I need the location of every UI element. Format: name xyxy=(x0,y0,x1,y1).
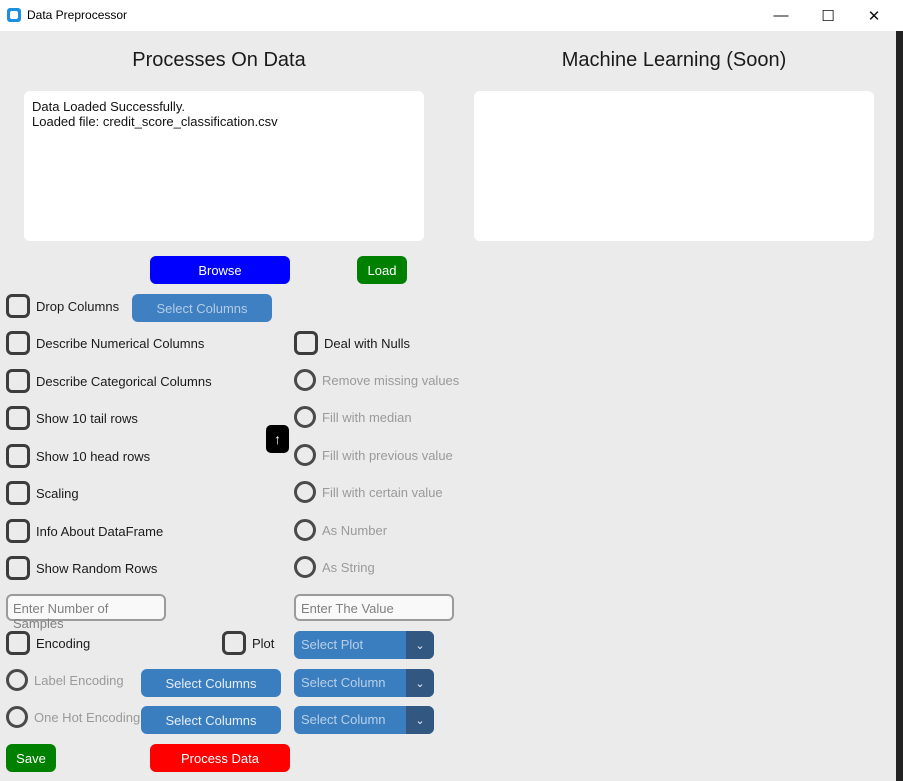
describe-categorical-label: Describe Categorical Columns xyxy=(36,374,212,389)
chevron-down-icon[interactable]: ⌄ xyxy=(406,631,434,659)
label-select-columns-button[interactable]: Select Columns xyxy=(141,669,281,697)
plot-label: Plot xyxy=(252,636,275,651)
close-button[interactable]: ✕ xyxy=(851,0,897,31)
log-line: Data Loaded Successfully. xyxy=(32,99,185,114)
describe-numerical-checkbox[interactable] xyxy=(6,331,30,355)
select-plot-value: Select Plot xyxy=(301,637,364,652)
info-label: Info About DataFrame xyxy=(36,524,164,539)
chevron-down-icon[interactable]: ⌄ xyxy=(406,706,434,734)
drop-columns-checkbox[interactable] xyxy=(6,294,30,318)
random-rows-checkbox[interactable] xyxy=(6,556,30,580)
head-rows-checkbox[interactable] xyxy=(6,444,30,468)
label-encoding-label: Label Encoding xyxy=(34,673,124,688)
select-column-dropdown-2[interactable]: Select Column ⌄ xyxy=(294,706,434,734)
scaling-label: Scaling xyxy=(36,486,79,501)
samples-input[interactable]: Enter Number of Samples xyxy=(6,594,166,631)
fill-certain-radio[interactable] xyxy=(294,481,316,503)
tail-rows-label: Show 10 tail rows xyxy=(36,411,138,426)
info-checkbox[interactable] xyxy=(6,519,30,543)
deal-nulls-label: Deal with Nulls xyxy=(324,336,410,351)
window-edge xyxy=(896,31,903,781)
fill-previous-radio[interactable] xyxy=(294,444,316,466)
one-hot-radio[interactable] xyxy=(6,706,28,728)
select-column-dropdown-1[interactable]: Select Column ⌄ xyxy=(294,669,434,697)
log-line: Loaded file: credit_score_classification… xyxy=(32,114,278,129)
head-rows-label: Show 10 head rows xyxy=(36,449,151,464)
as-number-radio[interactable] xyxy=(294,519,316,541)
ml-heading: Machine Learning (Soon) xyxy=(561,49,787,71)
describe-categorical-checkbox[interactable] xyxy=(6,369,30,393)
maximize-button[interactable]: ☐ xyxy=(805,0,851,31)
minimize-button[interactable]: — xyxy=(758,0,804,31)
encoding-checkbox[interactable] xyxy=(6,631,30,655)
processes-heading: Processes On Data xyxy=(132,49,306,71)
remove-missing-radio[interactable] xyxy=(294,369,316,391)
deal-nulls-checkbox[interactable] xyxy=(294,331,318,355)
log-textbox[interactable]: Data Loaded Successfully. Loaded file: c… xyxy=(24,91,424,241)
label-encoding-radio[interactable] xyxy=(6,669,28,691)
tail-rows-checkbox[interactable] xyxy=(6,406,30,430)
random-rows-label: Show Random Rows xyxy=(36,561,158,576)
select-column-value: Select Column xyxy=(301,712,386,727)
select-column-value: Select Column xyxy=(301,675,386,690)
describe-numerical-label: Describe Numerical Columns xyxy=(36,336,205,351)
remove-missing-label: Remove missing values xyxy=(322,373,460,388)
as-string-label: As String xyxy=(322,560,375,575)
load-button[interactable]: Load xyxy=(357,256,407,284)
scaling-checkbox[interactable] xyxy=(6,481,30,505)
select-plot-dropdown[interactable]: Select Plot ⌄ xyxy=(294,631,434,659)
app-icon xyxy=(7,8,21,22)
onehot-select-columns-button[interactable]: Select Columns xyxy=(141,706,281,734)
as-string-radio[interactable] xyxy=(294,556,316,578)
chevron-down-icon[interactable]: ⌄ xyxy=(406,669,434,697)
plot-checkbox[interactable] xyxy=(222,631,246,655)
value-input[interactable]: Enter The Value xyxy=(294,594,454,621)
drop-select-columns-button[interactable]: Select Columns xyxy=(132,294,272,322)
window-title: Data Preprocessor xyxy=(27,8,128,22)
as-number-label: As Number xyxy=(322,523,388,538)
one-hot-label: One Hot Encoding xyxy=(34,710,141,725)
scroll-top-button[interactable]: ↑ xyxy=(266,425,289,453)
ml-textbox[interactable] xyxy=(474,91,874,241)
encoding-label: Encoding xyxy=(36,636,91,651)
save-button[interactable]: Save xyxy=(6,744,56,772)
fill-previous-label: Fill with previous value xyxy=(322,448,453,463)
fill-median-label: Fill with median xyxy=(322,410,412,425)
title-bar: Data Preprocessor — ☐ ✕ xyxy=(0,0,903,31)
fill-certain-label: Fill with certain value xyxy=(322,485,443,500)
browse-button[interactable]: Browse xyxy=(150,256,290,284)
process-data-button[interactable]: Process Data xyxy=(150,744,290,772)
fill-median-radio[interactable] xyxy=(294,406,316,428)
drop-columns-label: Drop Columns xyxy=(36,299,120,314)
